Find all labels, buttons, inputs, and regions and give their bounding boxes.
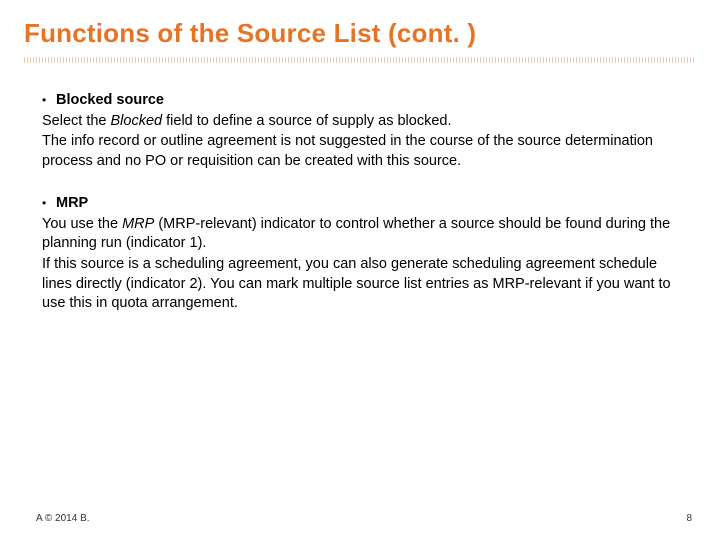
paragraph-text-post: field to define a source of supply as bl… [162, 113, 451, 129]
paragraph-text-pre: The info record or outline agreement is … [42, 133, 653, 169]
paragraph: The info record or outline agreement is … [42, 132, 684, 171]
paragraph-text-pre: You use the [42, 216, 122, 232]
footer: A © 2014 B. 8 [36, 513, 692, 524]
bullet-label: Blocked source [56, 91, 164, 111]
bullet-marker: • [42, 194, 56, 213]
bullet-label: MRP [56, 194, 88, 214]
bullet-marker: • [42, 91, 56, 110]
bullet-item: • Blocked source [42, 91, 684, 111]
page-title: Functions of the Source List (cont. ) [24, 18, 696, 49]
page-number: 8 [686, 513, 692, 524]
paragraph-text-pre: If this source is a scheduling agreement… [42, 256, 671, 311]
slide-content: • Blocked source Select the Blocked fiel… [24, 91, 696, 314]
slide: Functions of the Source List (cont. ) • … [0, 0, 720, 540]
bullet-item: • MRP [42, 194, 684, 214]
paragraph: Select the Blocked field to define a sou… [42, 112, 684, 132]
footer-left: A © 2014 B. [36, 513, 90, 524]
paragraph: If this source is a scheduling agreement… [42, 255, 684, 314]
paragraph: You use the MRP (MRP-relevant) indicator… [42, 215, 684, 254]
title-underline [24, 57, 696, 63]
paragraph-text-em: MRP [122, 216, 154, 232]
paragraph-text-pre: Select the [42, 113, 111, 129]
spacer [42, 172, 684, 194]
paragraph-text-em: Blocked [111, 113, 163, 129]
